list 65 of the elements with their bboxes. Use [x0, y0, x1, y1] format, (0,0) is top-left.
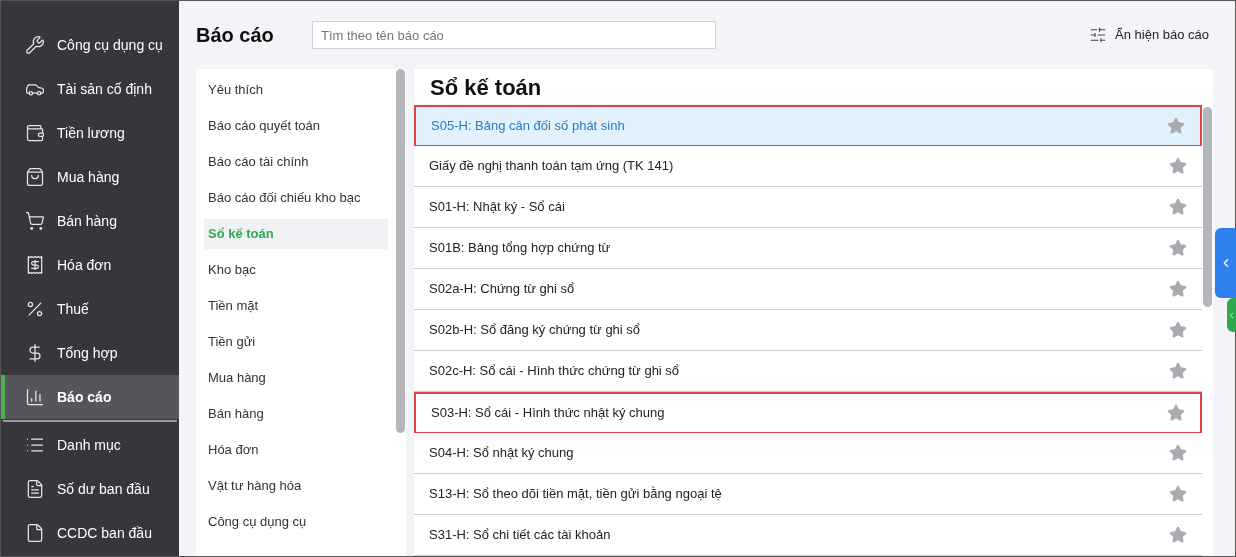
- report-row[interactable]: S02c-H: Sổ cái - Hình thức chứng từ ghi sổ: [414, 351, 1202, 392]
- sidebar-item[interactable]: Bán hàng: [1, 199, 179, 243]
- star-icon[interactable]: [1169, 526, 1187, 544]
- category-item[interactable]: Công cụ dụng cụ: [204, 507, 388, 537]
- report-row[interactable]: S03-H: Sổ cái - Hình thức nhật ký chung: [414, 392, 1202, 433]
- wallet-icon: [25, 123, 45, 143]
- sliders-icon: [1089, 26, 1108, 44]
- search-field[interactable]: Tìm theo tên báo cáo: [312, 21, 716, 49]
- sidebar-item[interactable]: CCDC ban đầu: [1, 511, 179, 555]
- scrollbar[interactable]: [396, 69, 405, 433]
- sidebar-item[interactable]: Số dư ban đầu: [1, 467, 179, 511]
- category-item[interactable]: Hóa đơn: [204, 435, 388, 465]
- star-icon[interactable]: [1169, 485, 1187, 503]
- section-title: Sổ kế toán: [429, 73, 543, 102]
- category-item[interactable]: Vật tư hàng hóa: [204, 471, 388, 501]
- category-item[interactable]: Bán hàng: [204, 399, 388, 429]
- chevron-left-icon: [1227, 310, 1236, 320]
- cart-icon: [25, 211, 45, 231]
- bar-chart-icon: [25, 387, 45, 407]
- file-icon: [25, 523, 45, 543]
- sidebar-item[interactable]: Công cụ dụng cụ: [1, 23, 179, 67]
- sidebar-item[interactable]: Hóa đơn: [1, 243, 179, 287]
- report-row[interactable]: S01B: Bảng tổng hợp chứng từ: [414, 228, 1202, 269]
- category-item[interactable]: Báo cáo đối chiếu kho bạc: [204, 183, 388, 213]
- report-row[interactable]: Giấy đề nghị thanh toán tạm ứng (TK 141): [414, 146, 1202, 187]
- collapse-tab[interactable]: [1215, 228, 1236, 298]
- sidebar-item[interactable]: Thuế: [1, 287, 179, 331]
- category-item[interactable]: Mua hàng: [204, 363, 388, 393]
- star-icon[interactable]: [1167, 117, 1185, 135]
- star-icon[interactable]: [1169, 157, 1187, 175]
- category-item[interactable]: Kho bạc: [204, 255, 388, 285]
- report-row[interactable]: S02a-H: Chứng từ ghi sổ: [414, 269, 1202, 310]
- scrollbar[interactable]: [1203, 107, 1212, 307]
- report-row[interactable]: S02b-H: Sổ đăng ký chứng từ ghi sổ: [414, 310, 1202, 351]
- star-icon[interactable]: [1169, 280, 1187, 298]
- sidebar-item[interactable]: Mua hàng: [1, 155, 179, 199]
- sidebar-item[interactable]: Tài sản cố định: [1, 67, 179, 111]
- star-icon[interactable]: [1169, 198, 1187, 216]
- category-item[interactable]: Yêu thích: [204, 75, 388, 105]
- page-title: Báo cáo: [196, 23, 275, 48]
- report-row[interactable]: S13-H: Sổ theo dõi tiền mặt, tiền gửi bằng ngoại tệ: [414, 474, 1202, 515]
- sidebar-item[interactable]: Danh mục: [1, 423, 179, 467]
- star-icon[interactable]: [1169, 444, 1187, 462]
- category-item[interactable]: Báo cáo tài chính: [204, 147, 388, 177]
- receipt-icon: [25, 255, 45, 275]
- show-hide-reports-button[interactable]: Ẩn hiện báo cáo: [1089, 25, 1213, 45]
- star-icon[interactable]: [1169, 239, 1187, 257]
- shopping-bag-icon: [25, 167, 45, 187]
- report-row[interactable]: S05-H: Bảng cân đối số phát sinh: [414, 105, 1202, 146]
- star-icon[interactable]: [1169, 321, 1187, 339]
- star-icon[interactable]: [1167, 404, 1185, 422]
- star-icon[interactable]: [1169, 362, 1187, 380]
- percent-icon: [25, 299, 45, 319]
- category-item[interactable]: Tiền mặt: [204, 291, 388, 321]
- report-row[interactable]: S31-H: Sổ chi tiết các tài khoản: [414, 515, 1202, 556]
- sidebar-item[interactable]: Tổng hợp: [1, 331, 179, 375]
- sidebar-item[interactable]: Tiền lương: [1, 111, 179, 155]
- report-row[interactable]: S04-H: Sổ nhật ký chung: [414, 433, 1202, 474]
- category-item[interactable]: Tiền gửi: [204, 327, 388, 357]
- category-item[interactable]: Báo cáo quyết toán: [204, 111, 388, 141]
- report-row[interactable]: S01-H: Nhật ký - Sổ cái: [414, 187, 1202, 228]
- side-tab[interactable]: [1227, 298, 1236, 332]
- sidebar-item[interactable]: Báo cáo: [1, 375, 179, 419]
- document-icon: [25, 479, 45, 499]
- wrench-icon: [25, 35, 45, 55]
